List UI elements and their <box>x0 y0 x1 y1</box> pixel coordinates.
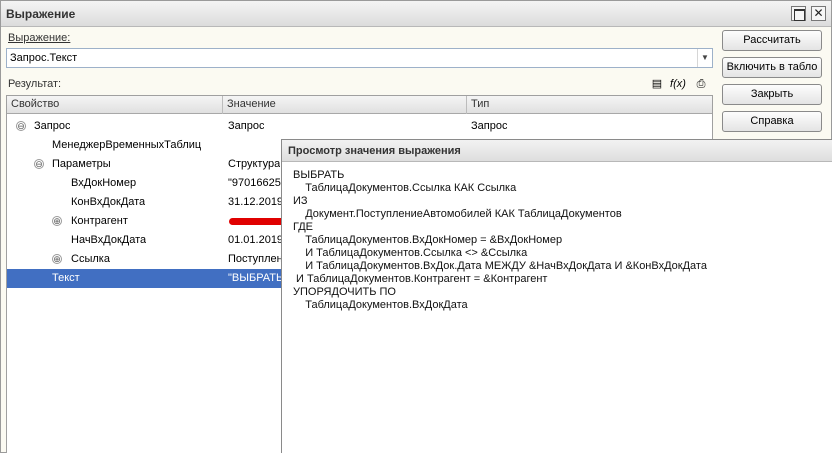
row-property: Контрагент <box>71 215 128 227</box>
column-header-property[interactable]: Свойство <box>7 96 223 114</box>
query-line: И ТаблицаДокументов.Ссылка <> &Ссылка <box>293 247 528 259</box>
row-value: 01.01.2019 <box>228 234 284 246</box>
function-icon[interactable]: f(x) <box>669 76 687 92</box>
title-bar: Выражение ✕ <box>1 1 831 27</box>
query-line: Документ.ПоступлениеАвтомобилей КАК Табл… <box>293 208 622 220</box>
column-header-type[interactable]: Тип <box>467 96 712 114</box>
expression-label: Выражение: <box>8 32 71 44</box>
popup-title: Просмотр значения выражения <box>288 145 461 157</box>
add-to-table-button[interactable]: Включить в табло <box>722 57 822 78</box>
close-button[interactable]: Закрыть <box>722 84 822 105</box>
query-text-area[interactable]: ВЫБРАТЬ ТаблицаДокументов.Ссылка КАК Ссы… <box>282 162 832 453</box>
query-line: ТаблицаДокументов.Ссылка КАК Ссылка <box>293 182 517 194</box>
query-line: УПОРЯДОЧИТЬ ПО <box>293 286 396 298</box>
query-line: ГДЕ <box>293 221 314 233</box>
row-value: "ВЫБРАТЬ <box>228 272 284 284</box>
row-property: Запрос <box>34 120 71 132</box>
window-title: Выражение <box>6 7 76 21</box>
query-line: ИЗ <box>293 195 308 207</box>
row-type: Запрос <box>471 120 508 132</box>
row-value: 31.12.2019 <box>228 196 284 208</box>
redaction-mark <box>229 218 285 225</box>
calculate-button[interactable]: Рассчитать <box>722 30 822 51</box>
row-value: Структура <box>228 158 281 170</box>
row-property: ВхДокНомер <box>71 177 137 189</box>
help-button[interactable]: Справка <box>722 111 822 132</box>
query-line: И ТаблицаДокументов.Контрагент = &Контра… <box>293 273 548 285</box>
expand-icon[interactable]: ⊕ <box>52 216 62 226</box>
table-header: Свойство Значение Тип <box>7 96 712 114</box>
query-line: ТаблицаДокументов.ВхДокДата <box>293 299 468 311</box>
row-property: Ссылка <box>71 253 110 265</box>
row-property: Текст <box>52 272 80 284</box>
close-icon[interactable]: ✕ <box>811 6 826 21</box>
expression-value: Запрос.Текст <box>10 52 78 64</box>
row-value: "97016625 <box>228 177 281 189</box>
print-icon[interactable]: ⎙ <box>693 76 709 92</box>
maximize-icon[interactable] <box>791 6 806 21</box>
value-viewer-popup: Просмотр значения выражения ВЫБРАТЬ Табл… <box>281 139 832 453</box>
collapse-icon[interactable]: ⊖ <box>16 121 26 131</box>
export-icon[interactable]: ▤ <box>649 76 665 92</box>
collapse-icon[interactable]: ⊖ <box>34 159 44 169</box>
popup-title-bar: Просмотр значения выражения <box>282 140 832 162</box>
query-line: И ТаблицаДокументов.ВхДок.Дата МЕЖДУ &На… <box>293 260 707 272</box>
column-header-value[interactable]: Значение <box>223 96 467 114</box>
query-line: ТаблицаДокументов.ВхДокНомер = &ВхДокНом… <box>293 234 563 246</box>
expression-combobox[interactable]: Запрос.Текст ▼ <box>6 48 713 68</box>
row-property: НачВхДокДата <box>71 234 147 246</box>
expand-icon[interactable]: ⊕ <box>52 254 62 264</box>
table-row[interactable]: ⊖ Запрос Запрос Запрос <box>7 117 712 136</box>
query-line: ВЫБРАТЬ <box>293 169 345 181</box>
row-property: Параметры <box>52 158 111 170</box>
row-value: Запрос <box>228 120 265 132</box>
result-label: Результат: <box>8 78 62 90</box>
row-value: Поступлен <box>228 253 283 265</box>
chevron-down-icon[interactable]: ▼ <box>697 49 712 67</box>
expression-window: Выражение ✕ Выражение: Запрос.Текст ▼ Ре… <box>0 0 832 453</box>
row-property: КонВхДокДата <box>71 196 146 208</box>
row-property: МенеджерВременныхТаблиц <box>52 139 202 151</box>
